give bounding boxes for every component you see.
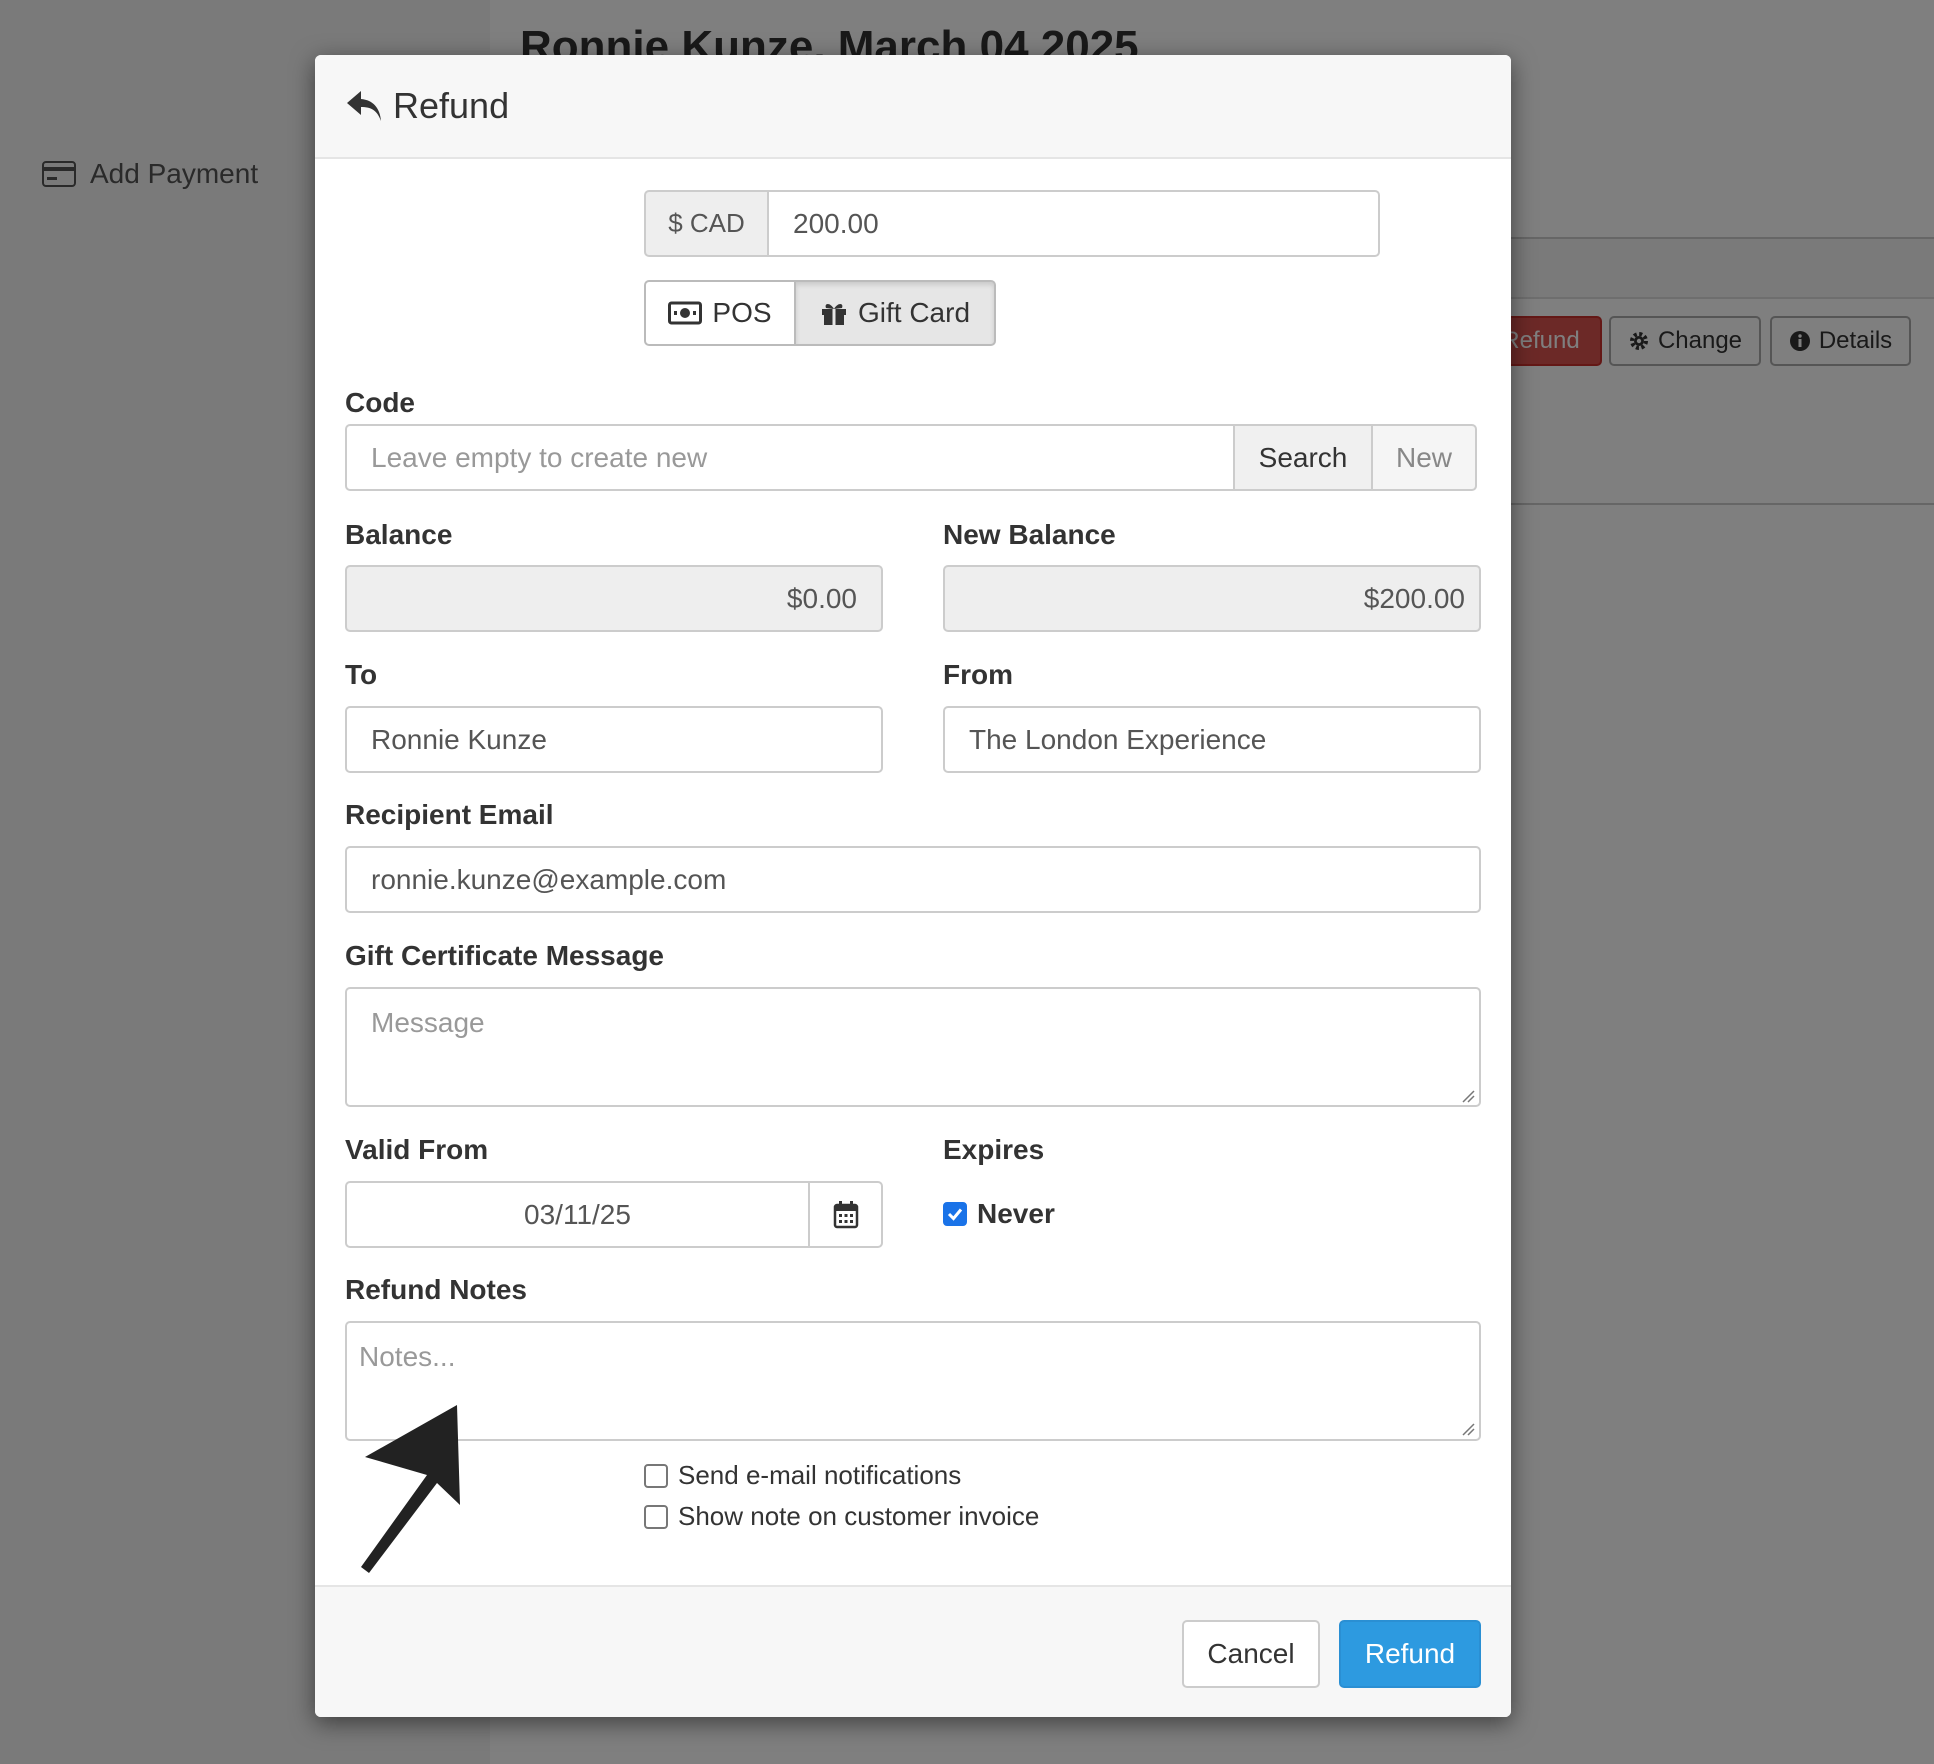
valid-from-input[interactable] [345, 1181, 810, 1248]
pos-label: POS [712, 297, 772, 328]
checkbox-checked-icon [943, 1202, 967, 1226]
calendar-button[interactable] [808, 1181, 883, 1248]
recipient-email-label: Recipient Email [345, 799, 554, 830]
to-input[interactable] [345, 706, 883, 773]
recipient-email-input[interactable] [345, 846, 1481, 913]
from-label: From [943, 659, 1013, 690]
modal-header: Refund [315, 55, 1511, 159]
balance-label: Balance [345, 519, 453, 550]
payment-type-pos-button[interactable]: POS [644, 280, 796, 346]
checkbox-empty-icon [644, 1504, 668, 1529]
to-label: To [345, 659, 378, 690]
currency-addon: $ CAD [644, 190, 769, 257]
show-note-checkbox[interactable]: Show note on customer invoice [644, 1501, 1039, 1532]
send-email-label: Send e-mail notifications [678, 1460, 962, 1490]
payment-type-gift-card-button[interactable]: Gift Card [794, 280, 996, 346]
modal-footer [315, 1585, 1511, 1717]
gift-message-textarea[interactable] [345, 987, 1481, 1107]
gift-icon [821, 304, 846, 325]
resize-grip-icon[interactable] [1461, 1089, 1475, 1103]
reply-arrow-icon [347, 91, 381, 121]
from-input[interactable] [943, 706, 1481, 773]
code-label: Code [345, 387, 415, 418]
expires-never-label: Never [977, 1198, 1055, 1229]
calendar-icon [833, 1200, 858, 1228]
cancel-button[interactable]: Cancel [1182, 1620, 1320, 1688]
resize-grip-icon[interactable] [1461, 1422, 1475, 1436]
code-search-button[interactable]: Search [1233, 424, 1373, 491]
refund-notes-textarea[interactable] [345, 1321, 1481, 1441]
refund-button[interactable]: Refund [1339, 1620, 1481, 1688]
refund-modal: Refund Refund Amount $ CAD Payment Type … [315, 55, 1511, 1717]
code-input[interactable] [345, 424, 1235, 491]
modal-title: Refund [393, 85, 510, 126]
balance-field: $0.00 [345, 565, 883, 632]
refund-notes-label: Refund Notes [345, 1274, 527, 1305]
expires-never-checkbox[interactable]: Never [943, 1198, 1055, 1230]
code-new-button[interactable]: New [1371, 424, 1477, 491]
cash-icon [668, 301, 703, 325]
send-email-checkbox[interactable]: Send e-mail notifications [644, 1460, 961, 1491]
annotation-arrow-icon [361, 1405, 460, 1573]
expires-label: Expires [943, 1134, 1045, 1165]
valid-from-label: Valid From [345, 1134, 489, 1165]
checkbox-empty-icon [644, 1463, 668, 1488]
gift-card-label: Gift Card [857, 297, 971, 328]
show-note-label: Show note on customer invoice [678, 1501, 1040, 1531]
refund-amount-input[interactable] [767, 190, 1380, 257]
gift-message-label: Gift Certificate Message [345, 940, 664, 971]
new-balance-field: $200.00 [943, 565, 1481, 632]
new-balance-label: New Balance [943, 519, 1116, 550]
